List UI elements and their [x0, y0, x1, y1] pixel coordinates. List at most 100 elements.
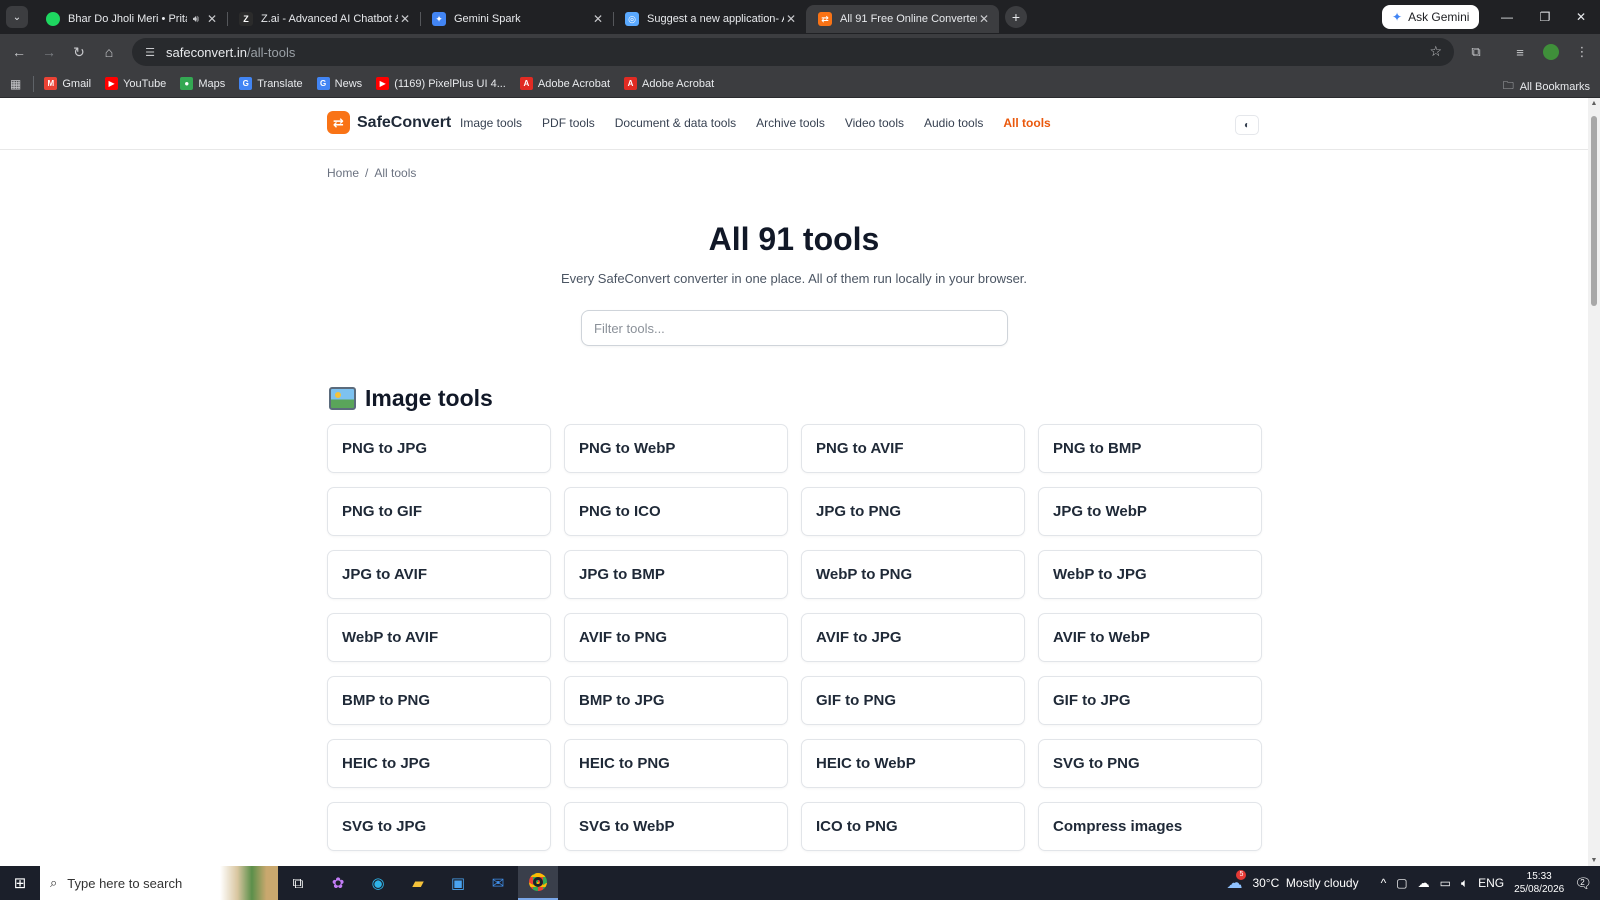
bookmark-item[interactable]: ▶ (1169) PixelPlus UI 4...: [376, 77, 506, 90]
tool-card[interactable]: PNG to AVIF: [801, 424, 1025, 473]
back-arrow-icon[interactable]: ←: [4, 37, 34, 67]
tool-card[interactable]: PNG to WebP: [564, 424, 788, 473]
bookmark-item[interactable]: G News: [316, 77, 362, 90]
tool-card[interactable]: PNG to BMP: [1038, 424, 1262, 473]
bookmark-item[interactable]: A Adobe Acrobat: [624, 77, 714, 90]
ask-gemini-button[interactable]: ✦ Ask Gemini: [1382, 5, 1480, 29]
network-icon[interactable]: ▭: [1440, 876, 1451, 890]
minimize-icon[interactable]: —: [1488, 0, 1526, 34]
browser-tab[interactable]: Bhar Do Jholi Meri • Pritam 🔊︎ ✕: [34, 5, 227, 33]
tool-card[interactable]: Compress images: [1038, 802, 1262, 851]
reload-icon[interactable]: ↻: [64, 37, 94, 67]
weather-text[interactable]: 30°C Mostly cloudy: [1252, 876, 1358, 890]
tool-card[interactable]: PNG to JPG: [327, 424, 551, 473]
bookmark-item[interactable]: A Adobe Acrobat: [519, 77, 610, 90]
weather-cloud-icon[interactable]: ☁ 5: [1226, 870, 1247, 893]
browser-tab[interactable]: ⇄ All 91 Free Online Converter To✕: [806, 5, 999, 33]
chrome-taskbar-icon[interactable]: [518, 866, 558, 900]
site-logo[interactable]: ⇄ SafeConvert: [327, 111, 451, 134]
apps-grid-icon[interactable]: ▦: [10, 77, 21, 91]
scroll-down-arrow-icon[interactable]: ▼: [1590, 857, 1598, 864]
edge-browser-icon[interactable]: ◉: [358, 866, 398, 900]
tool-card[interactable]: WebP to AVIF: [327, 613, 551, 662]
theme-toggle-icon[interactable]: ◐: [1235, 115, 1259, 135]
nav-link-archive-tools[interactable]: Archive tools: [756, 116, 825, 130]
browser-tab[interactable]: ✦ Gemini Spark ✕: [420, 5, 613, 33]
tool-card[interactable]: JPG to AVIF: [327, 550, 551, 599]
tool-card[interactable]: SVG to JPG: [327, 802, 551, 851]
browser-tab[interactable]: ◎ Suggest a new application- Altr ✕: [613, 5, 806, 33]
scroll-up-arrow-icon[interactable]: ▲: [1590, 100, 1598, 107]
all-bookmarks-button[interactable]: 🗀 All Bookmarks: [1503, 77, 1590, 96]
volume-icon[interactable]: 🔈︎: [1461, 876, 1468, 891]
taskbar-search-box[interactable]: ⌕ Type here to search: [40, 866, 278, 900]
tool-card[interactable]: BMP to PNG: [327, 676, 551, 725]
nav-link-pdf-tools[interactable]: PDF tools: [542, 116, 595, 130]
filter-tools-input[interactable]: [581, 310, 1008, 346]
tool-card[interactable]: BMP to JPG: [564, 676, 788, 725]
outlook-icon[interactable]: ✉: [478, 866, 518, 900]
tool-card[interactable]: AVIF to WebP: [1038, 613, 1262, 662]
nav-link-document-data-tools[interactable]: Document & data tools: [615, 116, 736, 130]
extensions-puzzle-icon[interactable]: ⧉: [1464, 40, 1488, 64]
tool-card[interactable]: AVIF to PNG: [564, 613, 788, 662]
windows-start-icon[interactable]: ⊞: [0, 866, 40, 900]
nav-link-all-tools[interactable]: All tools: [1003, 116, 1050, 130]
nav-link-video-tools[interactable]: Video tools: [845, 116, 904, 130]
tab-search-chevron-icon[interactable]: ⌄: [6, 6, 28, 28]
new-tab-plus-icon[interactable]: +: [1005, 6, 1027, 28]
scrollbar-thumb[interactable]: [1591, 116, 1597, 306]
tool-card[interactable]: GIF to JPG: [1038, 676, 1262, 725]
tool-card[interactable]: GIF to PNG: [801, 676, 1025, 725]
tab-close-icon[interactable]: ✕: [977, 12, 991, 26]
breadcrumb-home-link[interactable]: Home: [327, 166, 359, 180]
file-explorer-icon[interactable]: ▰: [398, 866, 438, 900]
tool-card[interactable]: PNG to GIF: [327, 487, 551, 536]
tray-app-icon[interactable]: ▢: [1396, 876, 1407, 890]
media-control-icon[interactable]: ≡: [1508, 40, 1532, 64]
site-info-icon[interactable]: ☰: [142, 44, 158, 60]
bookmark-item[interactable]: ● Maps: [180, 77, 225, 90]
onedrive-cloud-icon[interactable]: ☁: [1418, 876, 1430, 890]
nav-link-image-tools[interactable]: Image tools: [460, 116, 522, 130]
clock[interactable]: 15:33 25/08/2026: [1514, 870, 1564, 896]
bookmark-item[interactable]: ▶ YouTube: [105, 77, 166, 90]
nav-link-audio-tools[interactable]: Audio tools: [924, 116, 983, 130]
tool-card[interactable]: AVIF to JPG: [801, 613, 1025, 662]
tool-card[interactable]: PNG to ICO: [564, 487, 788, 536]
tool-card[interactable]: SVG to WebP: [564, 802, 788, 851]
notifications-icon[interactable]: 🗨︎ 2: [1574, 875, 1592, 892]
forward-arrow-icon[interactable]: →: [34, 37, 64, 67]
window-close-icon[interactable]: ✕: [1562, 0, 1600, 34]
profile-avatar-icon[interactable]: [1539, 40, 1563, 64]
bookmark-item[interactable]: M Gmail: [44, 77, 91, 90]
tool-card[interactable]: HEIC to JPG: [327, 739, 551, 788]
tool-card[interactable]: WebP to PNG: [801, 550, 1025, 599]
restore-icon[interactable]: ❐: [1526, 0, 1564, 34]
bookmark-item[interactable]: G Translate: [239, 77, 303, 90]
browser-menu-kebab-icon[interactable]: ⋮: [1570, 40, 1594, 64]
bookmark-star-icon[interactable]: ☆: [1429, 43, 1442, 60]
tool-card[interactable]: JPG to BMP: [564, 550, 788, 599]
browser-tab[interactable]: Z Z.ai - Advanced AI Chatbot & A ✕: [227, 5, 420, 33]
tool-card[interactable]: JPG to PNG: [801, 487, 1025, 536]
tool-card[interactable]: SVG to PNG: [1038, 739, 1262, 788]
tab-audio-speaker-icon[interactable]: 🔊︎: [193, 14, 199, 25]
address-bar[interactable]: ☰ safeconvert.in/all-tools ☆: [132, 38, 1454, 66]
tool-card[interactable]: HEIC to PNG: [564, 739, 788, 788]
tab-close-icon[interactable]: ✕: [398, 12, 412, 26]
tab-close-icon[interactable]: ✕: [784, 12, 798, 26]
tab-close-icon[interactable]: ✕: [591, 12, 605, 26]
tray-chevron-up-icon[interactable]: ^: [1381, 876, 1387, 890]
task-view-icon[interactable]: ⧉: [278, 866, 318, 900]
tool-card[interactable]: ICO to PNG: [801, 802, 1025, 851]
copilot-icon[interactable]: ✿: [318, 866, 358, 900]
page-scrollbar[interactable]: ▲ ▼: [1588, 98, 1600, 866]
tool-card[interactable]: WebP to JPG: [1038, 550, 1262, 599]
language-indicator[interactable]: ENG: [1478, 876, 1504, 890]
tool-card[interactable]: HEIC to WebP: [801, 739, 1025, 788]
tool-card[interactable]: JPG to WebP: [1038, 487, 1262, 536]
home-icon[interactable]: ⌂: [94, 37, 124, 67]
microsoft-store-icon[interactable]: ▣: [438, 866, 478, 900]
tab-close-icon[interactable]: ✕: [205, 12, 219, 26]
